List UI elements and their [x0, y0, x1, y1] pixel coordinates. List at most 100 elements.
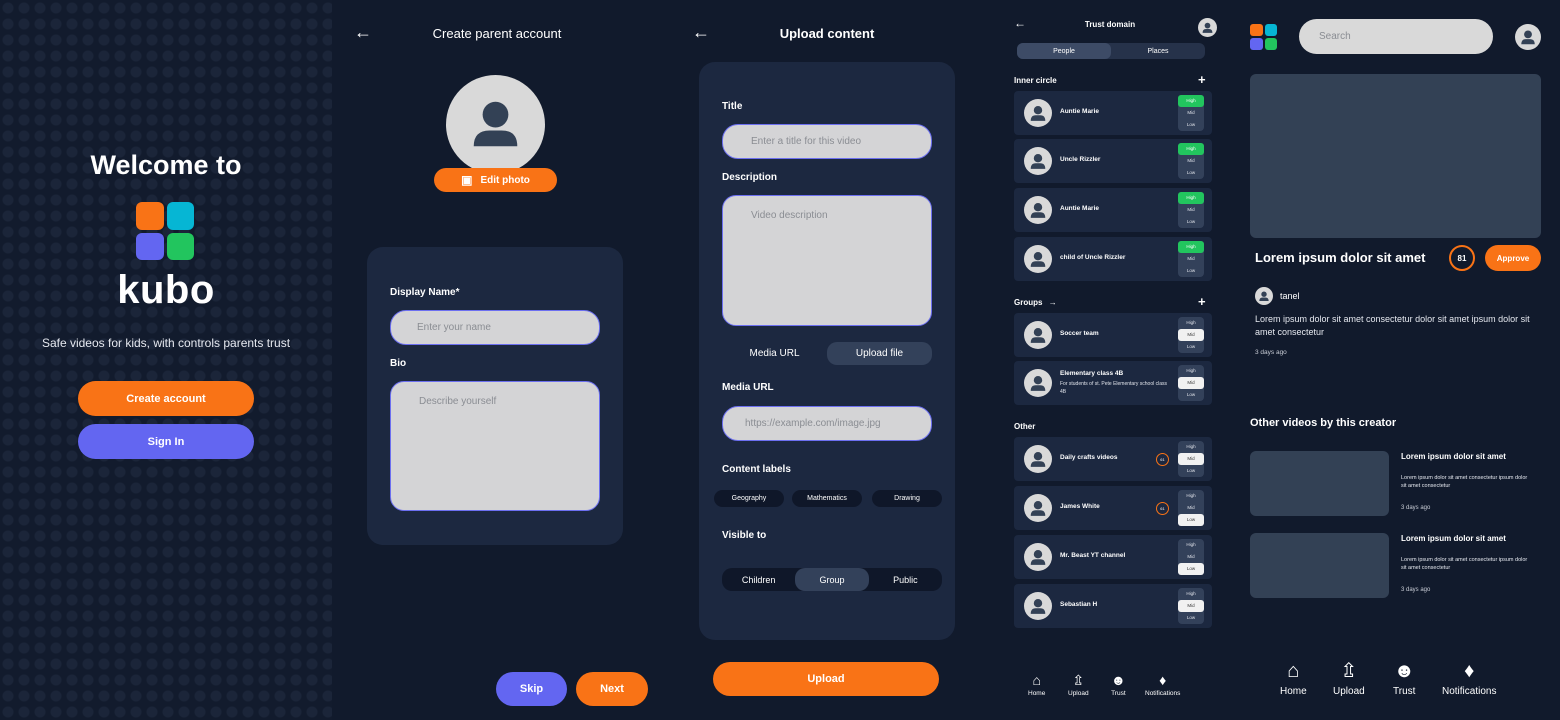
nav-notifications[interactable]: ♦ Notifications [1442, 660, 1496, 697]
visibility-group[interactable]: Group [795, 568, 869, 591]
bio-textarea[interactable]: Describe yourself [390, 381, 600, 511]
label-chip[interactable]: Drawing [872, 490, 942, 507]
trust-name: Elementary class 4B [1060, 370, 1124, 377]
trust-level-selector[interactable]: High Mid Low [1178, 441, 1204, 477]
title-input[interactable]: Enter a title for this video [722, 124, 932, 159]
visibility-public[interactable]: Public [869, 568, 942, 591]
level-low[interactable]: Low [1178, 119, 1204, 131]
level-mid[interactable]: Mid [1178, 551, 1204, 563]
tab-people[interactable]: People [1017, 43, 1111, 59]
level-low[interactable]: Low [1178, 563, 1204, 575]
logo-tile-green [1264, 38, 1277, 50]
media-url-input[interactable]: https://example.com/image.jpg [722, 406, 932, 441]
trust-row[interactable]: Uncle Rizzler High Mid Low [1014, 139, 1212, 183]
level-low[interactable]: Low [1178, 612, 1204, 624]
trust-level-selector[interactable]: High Mid Low [1178, 241, 1204, 277]
related-video-thumbnail[interactable] [1250, 533, 1389, 598]
level-high[interactable]: High [1178, 588, 1204, 600]
media-url-tab[interactable]: Media URL [722, 342, 827, 365]
groups-heading[interactable]: Groups → [1014, 298, 1057, 307]
level-high[interactable]: High [1178, 95, 1204, 107]
level-mid[interactable]: Mid [1178, 377, 1204, 389]
upload-button[interactable]: Upload [713, 662, 939, 696]
level-high[interactable]: High [1178, 143, 1204, 155]
skip-button[interactable]: Skip [496, 672, 567, 706]
profile-avatar[interactable] [446, 75, 545, 174]
add-icon[interactable]: + [1198, 72, 1206, 87]
level-high[interactable]: High [1178, 539, 1204, 551]
level-mid[interactable]: Mid [1178, 204, 1204, 216]
level-high[interactable]: High [1178, 241, 1204, 253]
upload-file-tab[interactable]: Upload file [827, 342, 932, 365]
nav-notifications[interactable]: ♦ Notifications [1145, 672, 1180, 697]
label-chip[interactable]: Mathematics [792, 490, 862, 507]
trust-level-selector[interactable]: High Mid Low [1178, 317, 1204, 353]
media-source-toggle: Media URL Upload file [722, 342, 932, 365]
trust-level-selector[interactable]: High Mid Low [1178, 143, 1204, 179]
related-video-title: Lorem ipsum dolor sit amet [1401, 452, 1506, 461]
level-low[interactable]: Low [1178, 514, 1204, 526]
video-player[interactable] [1250, 74, 1541, 238]
trust-row[interactable]: Elementary class 4B For students of st. … [1014, 361, 1212, 405]
edit-photo-button[interactable]: ▣ Edit photo [434, 168, 557, 192]
level-mid[interactable]: Mid [1178, 600, 1204, 612]
trust-row[interactable]: Auntie Marie High Mid Low [1014, 91, 1212, 135]
add-icon[interactable]: + [1198, 294, 1206, 309]
trust-row[interactable]: Auntie Marie High Mid Low [1014, 188, 1212, 232]
level-mid[interactable]: Mid [1178, 155, 1204, 167]
nav-trust[interactable]: ☻ Trust [1393, 660, 1415, 697]
trust-row[interactable]: Daily crafts videos 61 High Mid Low [1014, 437, 1212, 481]
nav-upload[interactable]: ⇫ Upload [1333, 660, 1365, 697]
person-icon [1259, 291, 1269, 302]
nav-label: Upload [1333, 686, 1365, 697]
user-avatar-icon[interactable] [1515, 24, 1541, 50]
approve-button[interactable]: Approve [1485, 245, 1541, 271]
kubo-logo[interactable] [1250, 24, 1277, 50]
search-input[interactable]: Search [1299, 19, 1493, 54]
level-high[interactable]: High [1178, 365, 1204, 377]
display-name-input[interactable]: Enter your name [390, 310, 600, 345]
trust-level-selector[interactable]: High Mid Low [1178, 95, 1204, 131]
level-low[interactable]: Low [1178, 465, 1204, 477]
level-mid[interactable]: Mid [1178, 329, 1204, 341]
level-high[interactable]: High [1178, 490, 1204, 502]
level-mid[interactable]: Mid [1178, 253, 1204, 265]
nav-upload[interactable]: ⇫ Upload [1068, 672, 1089, 697]
creator-avatar[interactable] [1255, 287, 1273, 305]
level-low[interactable]: Low [1178, 265, 1204, 277]
trust-level-selector[interactable]: High Mid Low [1178, 539, 1204, 575]
level-high[interactable]: High [1178, 192, 1204, 204]
level-high[interactable]: High [1178, 317, 1204, 329]
trust-row[interactable]: child of Uncle Rizzler High Mid Low [1014, 237, 1212, 281]
trust-row[interactable]: Soccer team High Mid Low [1014, 313, 1212, 357]
logo-tile-green [166, 232, 194, 260]
nav-home[interactable]: ⌂ Home [1028, 672, 1045, 697]
tab-places[interactable]: Places [1111, 43, 1205, 59]
creator-name[interactable]: tanel [1280, 291, 1300, 301]
trust-level-selector[interactable]: High Mid Low [1178, 588, 1204, 624]
description-textarea[interactable]: Video description [722, 195, 932, 326]
level-mid[interactable]: Mid [1178, 453, 1204, 465]
trust-row[interactable]: James White 61 High Mid Low [1014, 486, 1212, 530]
related-video-thumbnail[interactable] [1250, 451, 1389, 516]
level-low[interactable]: Low [1178, 216, 1204, 228]
nav-trust[interactable]: ☻ Trust [1111, 672, 1126, 697]
create-account-button[interactable]: Create account [78, 381, 254, 416]
level-high[interactable]: High [1178, 441, 1204, 453]
level-mid[interactable]: Mid [1178, 107, 1204, 119]
level-low[interactable]: Low [1178, 167, 1204, 179]
sign-in-button[interactable]: Sign In [78, 424, 254, 459]
next-button[interactable]: Next [576, 672, 648, 706]
trust-level-selector[interactable]: High Mid Low [1178, 490, 1204, 526]
trust-row[interactable]: Mr. Beast YT channel High Mid Low [1014, 535, 1212, 579]
level-low[interactable]: Low [1178, 341, 1204, 353]
trust-level-selector[interactable]: High Mid Low [1178, 192, 1204, 228]
trust-level-selector[interactable]: High Mid Low [1178, 365, 1204, 401]
user-avatar-icon[interactable] [1198, 18, 1217, 37]
trust-row[interactable]: Sebastian H High Mid Low [1014, 584, 1212, 628]
level-low[interactable]: Low [1178, 389, 1204, 401]
label-chip[interactable]: Geography [714, 490, 784, 507]
level-mid[interactable]: Mid [1178, 502, 1204, 514]
visibility-children[interactable]: Children [722, 568, 795, 591]
nav-home[interactable]: ⌂ Home [1280, 660, 1307, 697]
